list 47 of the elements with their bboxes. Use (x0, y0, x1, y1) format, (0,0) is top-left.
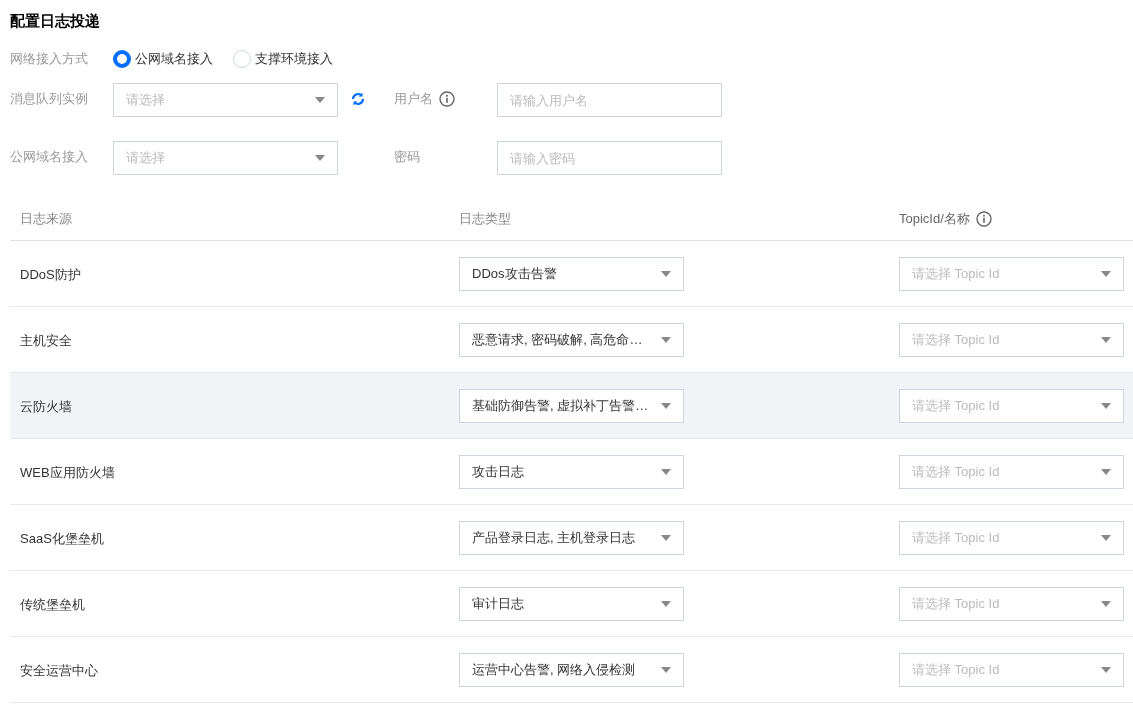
caret-icon (1101, 600, 1111, 607)
column-header: TopicId/名称 (899, 209, 970, 228)
table-row[interactable]: 云防火墙 基础防御告警, 虚拟补丁告警… 请选择 Topic Id (10, 373, 1133, 439)
radio-option[interactable]: 公网域名接入 (113, 49, 213, 69)
table-cell-text: SaaS化堡垒机 (20, 530, 104, 548)
caret-icon (661, 600, 671, 607)
log-type-select[interactable]: 运营中心告警, 网络入侵检测 (459, 652, 684, 687)
column-header: 日志来源 (20, 209, 72, 228)
log-type-select[interactable]: 攻击日志 (459, 454, 684, 489)
caret-icon (315, 97, 325, 103)
caret-icon (661, 468, 671, 475)
caret-icon (661, 270, 671, 277)
table-cell-text: 主机安全 (20, 332, 72, 350)
column-header: 日志类型 (459, 209, 511, 228)
radio-option[interactable]: 支撑环境接入 (233, 49, 333, 69)
caret-icon (1101, 468, 1111, 475)
input-field[interactable]: 请输入用户名 (497, 83, 722, 117)
field-label: 密码 (394, 148, 420, 166)
caret-icon (1101, 534, 1111, 541)
caret-icon (661, 666, 671, 673)
table-cell-text: 传统堡垒机 (20, 596, 85, 614)
refresh-icon[interactable] (350, 91, 366, 107)
table-cell-text: DDoS防护 (20, 266, 81, 284)
field-label: 消息队列实例 (10, 90, 88, 108)
field-label: 网络接入方式 (10, 50, 89, 69)
caret-icon (1101, 402, 1111, 409)
caret-icon (315, 155, 325, 161)
table-cell-text: WEB应用防火墙 (20, 464, 115, 482)
table-cell-text: 安全运营中心 (20, 662, 98, 680)
info-icon[interactable] (439, 90, 455, 107)
log-type-select[interactable]: 审计日志 (459, 586, 684, 621)
section-title: 配置日志投递 (10, 11, 100, 31)
info-icon[interactable] (975, 210, 992, 227)
log-type-select[interactable]: 基础防御告警, 虚拟补丁告警… (459, 388, 684, 423)
log-type-select[interactable]: 产品登录日志, 主机登录日志 (459, 520, 684, 555)
field-label: 公网域名接入 (10, 148, 88, 166)
caret-icon (1101, 270, 1111, 277)
caret-icon (661, 336, 671, 343)
caret-icon (661, 402, 671, 409)
log-type-select[interactable]: DDos攻击告警 (459, 256, 684, 291)
table-cell-text: 云防火墙 (20, 398, 72, 416)
caret-icon (1101, 666, 1111, 673)
caret-icon (661, 534, 671, 541)
input-field[interactable]: 请输入密码 (497, 141, 722, 175)
field-label: 用户名 (394, 90, 433, 108)
log-type-select[interactable]: 恶意请求, 密码破解, 高危命… (459, 322, 684, 357)
caret-icon (1101, 336, 1111, 343)
